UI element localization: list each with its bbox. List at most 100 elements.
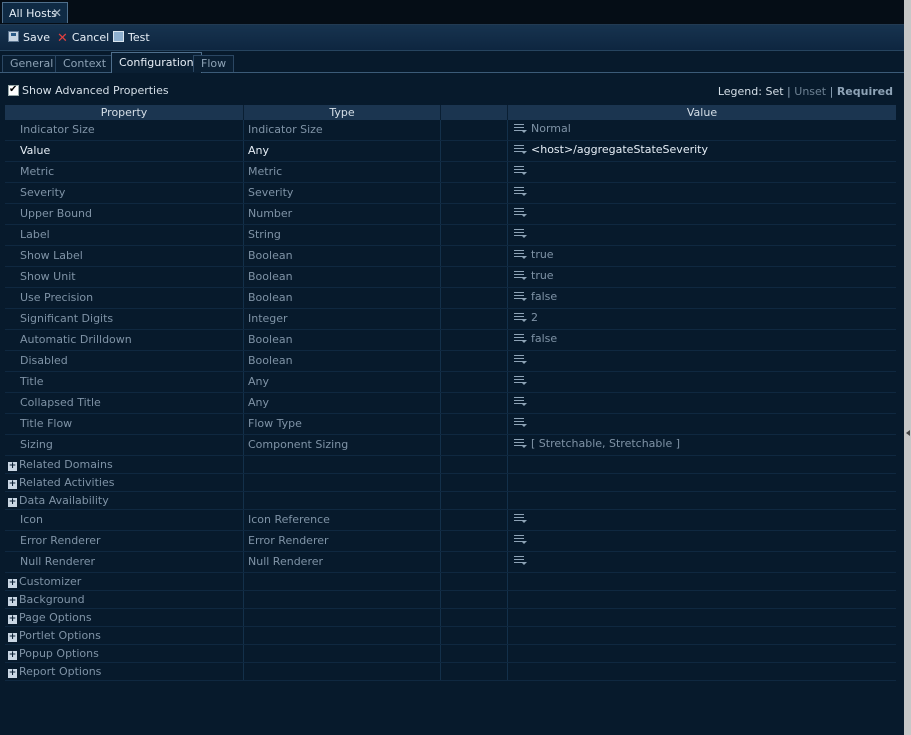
group-row[interactable]: + Related Activities	[5, 474, 896, 492]
expand-icon[interactable]: +	[8, 597, 17, 606]
property-value-cell[interactable]: true	[508, 267, 896, 287]
value-menu-icon[interactable]	[514, 187, 527, 196]
property-row[interactable]: Disabled Boolean	[5, 351, 896, 372]
property-value-cell[interactable]	[508, 183, 896, 203]
property-row[interactable]: Indicator Size Indicator Size Normal	[5, 120, 896, 141]
property-name: Value	[5, 141, 244, 161]
value-menu-icon[interactable]	[514, 334, 527, 343]
expand-icon[interactable]: +	[8, 633, 17, 642]
value-menu-icon[interactable]	[514, 355, 527, 364]
value-menu-icon[interactable]	[514, 271, 527, 280]
property-value-cell[interactable]: Normal	[508, 120, 896, 140]
value-menu-icon[interactable]	[514, 535, 527, 544]
group-row[interactable]: + Report Options	[5, 663, 896, 681]
value-menu-icon[interactable]	[514, 250, 527, 259]
tab-context[interactable]: Context	[55, 55, 115, 72]
value-menu-icon[interactable]	[514, 376, 527, 385]
property-row[interactable]: Show Unit Boolean true	[5, 267, 896, 288]
document-tab-all-hosts[interactable]: All Hosts ✕	[2, 2, 68, 23]
group-row[interactable]: + Portlet Options	[5, 627, 896, 645]
property-value-cell[interactable]	[508, 204, 896, 224]
property-row[interactable]: Label String	[5, 225, 896, 246]
property-value-cell[interactable]	[508, 162, 896, 182]
value-menu-icon[interactable]	[514, 397, 527, 406]
column-header-property[interactable]: Property	[5, 105, 244, 120]
expand-icon[interactable]: +	[8, 498, 17, 507]
property-type: Integer	[244, 309, 441, 329]
property-row[interactable]: Value Any <host>/aggregateStateSeverity	[5, 141, 896, 162]
group-row[interactable]: + Data Availability	[5, 492, 896, 510]
property-name: Metric	[5, 162, 244, 182]
expand-icon[interactable]: +	[8, 615, 17, 624]
group-row[interactable]: + Related Domains	[5, 456, 896, 474]
cancel-button[interactable]: ✕ Cancel	[57, 29, 109, 46]
value-menu-icon[interactable]	[514, 145, 527, 154]
value-menu-icon[interactable]	[514, 514, 527, 523]
property-value-cell[interactable]	[508, 225, 896, 245]
property-row[interactable]: Title Any	[5, 372, 896, 393]
group-label: Related Activities	[19, 476, 115, 489]
property-row[interactable]: Title Flow Flow Type	[5, 414, 896, 435]
expand-icon[interactable]: +	[8, 669, 17, 678]
group-type-cell	[244, 573, 441, 590]
property-value-cell[interactable]: <host>/aggregateStateSeverity	[508, 141, 896, 161]
value-menu-icon[interactable]	[514, 313, 527, 322]
property-row[interactable]: Icon Icon Reference	[5, 510, 896, 531]
group-cell: + Customizer	[5, 573, 244, 590]
advanced-checkbox[interactable]	[8, 83, 19, 97]
property-row[interactable]: Severity Severity	[5, 183, 896, 204]
property-row[interactable]: Collapsed Title Any	[5, 393, 896, 414]
value-menu-icon[interactable]	[514, 292, 527, 301]
property-value-cell[interactable]: 2	[508, 309, 896, 329]
property-value-cell[interactable]: false	[508, 288, 896, 308]
property-value-cell[interactable]	[508, 531, 896, 551]
property-value-cell[interactable]	[508, 414, 896, 434]
value-menu-icon[interactable]	[514, 556, 527, 565]
value-menu-icon[interactable]	[514, 229, 527, 238]
property-value-cell[interactable]	[508, 510, 896, 530]
show-advanced-properties[interactable]: Show Advanced Properties	[8, 83, 169, 98]
column-header-value[interactable]: Value	[508, 105, 896, 120]
group-row[interactable]: + Customizer	[5, 573, 896, 591]
property-value-cell[interactable]	[508, 351, 896, 371]
property-row[interactable]: Upper Bound Number	[5, 204, 896, 225]
property-value-cell[interactable]: true	[508, 246, 896, 266]
property-row[interactable]: Significant Digits Integer 2	[5, 309, 896, 330]
property-value-cell[interactable]: false	[508, 330, 896, 350]
expand-icon[interactable]: +	[8, 651, 17, 660]
property-value-cell[interactable]	[508, 393, 896, 413]
property-value-cell[interactable]: [ Stretchable, Stretchable ]	[508, 435, 896, 455]
column-header-type[interactable]: Type	[244, 105, 441, 120]
property-value-cell[interactable]	[508, 372, 896, 392]
expand-icon[interactable]: +	[8, 579, 17, 588]
property-row[interactable]: Use Precision Boolean false	[5, 288, 896, 309]
value-menu-icon[interactable]	[514, 208, 527, 217]
tab-flow[interactable]: Flow	[193, 55, 235, 72]
value-menu-icon[interactable]	[514, 418, 527, 427]
property-row[interactable]: Metric Metric	[5, 162, 896, 183]
property-row[interactable]: Error Renderer Error Renderer	[5, 531, 896, 552]
groups-section-a: + Related Domains + Related Activities + Data…	[5, 456, 896, 510]
property-row[interactable]: Automatic Drilldown Boolean false	[5, 330, 896, 351]
group-row[interactable]: + Background	[5, 591, 896, 609]
value-menu-icon[interactable]	[514, 124, 527, 133]
expand-icon[interactable]: +	[8, 480, 17, 489]
group-type-cell	[244, 663, 441, 680]
property-row[interactable]: Null Renderer Null Renderer	[5, 552, 896, 573]
group-value-cell	[508, 456, 896, 473]
value-menu-icon[interactable]	[514, 439, 527, 448]
tab-configuration[interactable]: Configuration	[111, 52, 202, 73]
property-row[interactable]: Show Label Boolean true	[5, 246, 896, 267]
property-spacer	[441, 414, 508, 434]
group-row[interactable]: + Page Options	[5, 609, 896, 627]
close-icon[interactable]: ✕	[52, 3, 62, 24]
value-menu-icon[interactable]	[514, 166, 527, 175]
save-button[interactable]: Save	[8, 29, 50, 46]
property-value-cell[interactable]	[508, 552, 896, 572]
collapse-panel-bar[interactable]	[904, 0, 911, 735]
test-button[interactable]: Test	[113, 29, 150, 46]
group-row[interactable]: + Popup Options	[5, 645, 896, 663]
property-row[interactable]: Sizing Component Sizing [ Stretchable, Str…	[5, 435, 896, 456]
expand-icon[interactable]: +	[8, 462, 17, 471]
tab-general[interactable]: General	[2, 55, 62, 72]
